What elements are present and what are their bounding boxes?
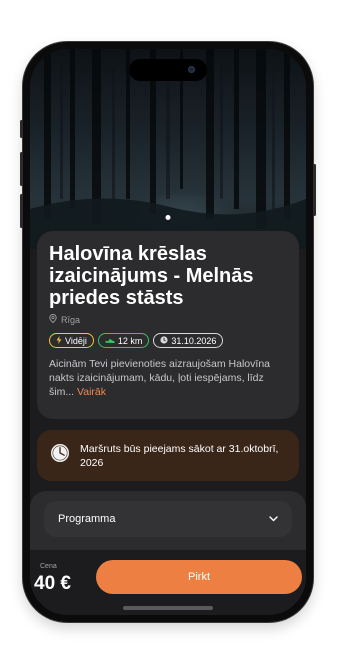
power-button [313, 164, 316, 216]
volume-up-button [20, 152, 23, 186]
availability-text: Maršruts būs pieejams sākot ar 31.oktobr… [80, 442, 279, 469]
availability-notice: Maršruts būs pieejams sākot ar 31.oktobr… [37, 430, 299, 481]
location-row: Rīga [49, 314, 287, 325]
event-title: Halovīna krēslas izaicinājums - Melnās p… [49, 243, 254, 309]
event-info-card: Halovīna krēslas izaicinājums - Melnās p… [37, 231, 299, 419]
program-label: Programma [58, 513, 116, 525]
location-text: Rīga [61, 314, 81, 325]
price-value: 40 € [34, 573, 71, 594]
clock-icon [160, 335, 168, 346]
program-accordion[interactable]: Programma [44, 501, 292, 537]
dynamic-island [129, 59, 207, 81]
read-more-link[interactable]: Vairāk [77, 386, 106, 398]
carousel-dot-indicator[interactable] [165, 215, 171, 220]
tag-row: Vidēji 12 km 31.10.2026 [49, 333, 287, 348]
chevron-down-icon [269, 513, 278, 525]
camera-icon [188, 66, 195, 73]
lightning-icon [56, 335, 62, 346]
difficulty-label: Vidēji [65, 335, 87, 346]
clock-icon [50, 443, 70, 468]
hero-image[interactable] [30, 49, 306, 249]
date-label: 31.10.2026 [171, 335, 217, 346]
distance-label: 12 km [117, 335, 143, 346]
purchase-bar: Cena 40 € Pirkt [30, 549, 306, 615]
home-indicator[interactable] [123, 606, 213, 610]
location-pin-icon [49, 314, 57, 325]
date-tag: 31.10.2026 [153, 333, 224, 348]
volume-down-button [20, 194, 23, 228]
phone-frame: Halovīna krēslas izaicinājums - Melnās p… [20, 42, 316, 622]
buy-button[interactable]: Pirkt [96, 560, 302, 594]
mute-switch [20, 120, 23, 138]
screen: Halovīna krēslas izaicinājums - Melnās p… [30, 49, 306, 615]
shoe-icon [105, 336, 115, 346]
page: Halovīna krēslas izaicinājums - Melnās p… [0, 0, 337, 666]
price-label: Cena [40, 563, 57, 570]
event-description: Aicinām Tevi pievienoties aizraujošam Ha… [49, 357, 287, 399]
difficulty-tag: Vidēji [49, 333, 94, 348]
distance-tag: 12 km [97, 333, 150, 348]
